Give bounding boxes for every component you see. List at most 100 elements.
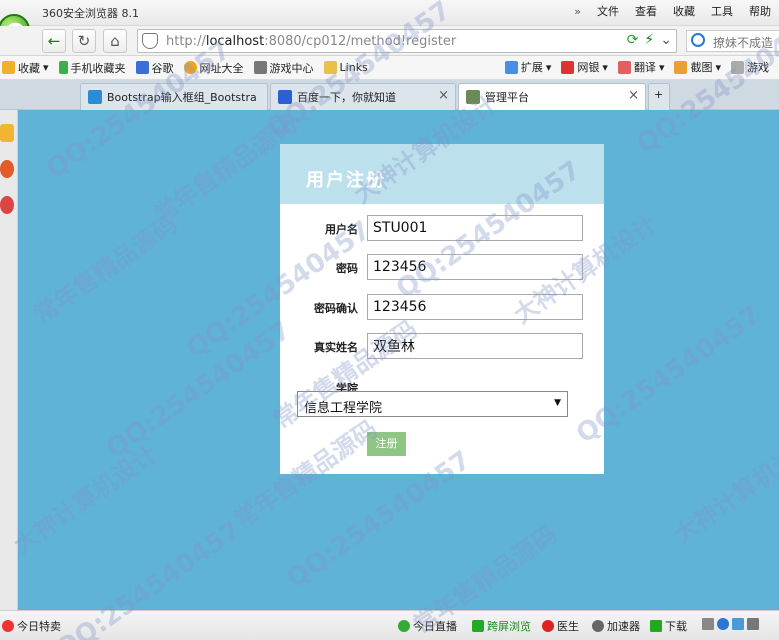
download-arrow-icon	[650, 620, 662, 632]
star-icon	[2, 61, 15, 74]
bookmark-hao360[interactable]: 网址大全	[183, 60, 244, 76]
toolbar-extensions[interactable]: 扩展 ▾	[504, 59, 551, 75]
close-tab-icon[interactable]: ×	[438, 88, 449, 103]
flag-icon[interactable]	[702, 618, 714, 630]
bootstrap-favicon-icon	[88, 90, 102, 104]
toolbar-games[interactable]: 游戏	[731, 59, 769, 75]
bookmarks-bar: 收藏 ▾ 手机收藏夹 谷歌 网址大全 游戏中心 Links 扩展 ▾ 网银 ▾ …	[0, 56, 779, 80]
side-rail	[0, 110, 18, 610]
bookmark-google[interactable]: 谷歌	[135, 60, 174, 76]
watermark: QQ:254540457	[101, 315, 297, 465]
status-misc-icons	[702, 618, 759, 630]
image-favicon-icon	[466, 90, 480, 104]
address-url[interactable]: http://localhost:8080/cp012/method!regis…	[166, 34, 456, 49]
search-placeholder: 撩妹不成造	[713, 36, 774, 50]
gamepad-icon	[253, 61, 267, 74]
security-shield-icon	[142, 33, 158, 49]
menu-favorites[interactable]: 收藏	[665, 3, 703, 19]
title-bar: 360安全浏览器 8.1 » 文件 查看 收藏 工具 帮助	[0, 0, 779, 26]
speed-icon[interactable]: ⚡	[644, 32, 654, 48]
home-button[interactable]: ⌂	[103, 29, 127, 53]
toolbar-bank[interactable]: 网银 ▾	[561, 59, 608, 75]
address-bar[interactable]: http://localhost:8080/cp012/method!regis…	[137, 29, 677, 53]
toolbar-translate[interactable]: 翻译 ▾	[617, 59, 664, 75]
favorites-star-icon[interactable]	[0, 124, 14, 142]
password-row: 密码	[280, 254, 604, 280]
phone-icon	[58, 61, 68, 74]
weibo-icon[interactable]	[0, 160, 14, 178]
register-button[interactable]: 注册	[367, 432, 406, 456]
watermark: 大神计算机设计	[8, 439, 163, 560]
dropdown-arrow-icon: ▼	[554, 398, 561, 408]
close-tab-icon[interactable]: ×	[628, 88, 639, 103]
phone-icon	[472, 620, 484, 632]
username-row: 用户名	[280, 215, 604, 241]
bank-icon	[561, 60, 575, 74]
back-button[interactable]: ←	[42, 29, 66, 53]
realname-label: 真实姓名	[314, 341, 358, 354]
confirm-password-row: 密码确认	[280, 294, 604, 320]
status-deals[interactable]: 今日特卖	[2, 618, 61, 634]
menu-file[interactable]: 文件	[589, 3, 627, 19]
window-icon[interactable]	[732, 618, 744, 630]
menu-view[interactable]: 查看	[627, 3, 665, 19]
folder-icon	[323, 61, 337, 74]
google-icon	[135, 61, 149, 74]
username-label: 用户名	[325, 223, 358, 236]
toolbar-screenshot[interactable]: 截图 ▾	[674, 59, 721, 75]
tab-bootstrap[interactable]: Bootstrap输入框组_Bootstra	[80, 83, 268, 110]
globe-icon	[183, 61, 197, 74]
navigation-bar: ← ↻ ⌂ http://localhost:8080/cp012/method…	[0, 26, 779, 56]
college-selected-value: 信息工程学院	[304, 401, 383, 416]
watermark: 常年售精品源码	[28, 209, 183, 330]
play-icon	[398, 620, 410, 632]
bookmark-favorites[interactable]: 收藏 ▾	[2, 60, 49, 76]
status-accelerator[interactable]: 加速器	[592, 618, 640, 634]
app-icon[interactable]	[0, 196, 14, 214]
app-title: 360安全浏览器 8.1	[42, 7, 139, 20]
realname-input[interactable]	[367, 333, 583, 359]
menu-tools[interactable]: 工具	[703, 3, 741, 19]
refresh-button[interactable]: ↻	[72, 29, 96, 53]
game-icon	[731, 60, 744, 74]
bookmark-links[interactable]: Links	[323, 61, 368, 74]
panel-header: 用户注册	[280, 144, 604, 204]
tab-strip: Bootstrap输入框组_Bootstra 百度一下，你就知道 × 管理平台 …	[0, 80, 779, 110]
search-box[interactable]: 撩妹不成造	[686, 30, 779, 52]
translate-icon	[617, 60, 631, 74]
status-bar: 今日特卖 今日直播 跨屏浏览 医生 加速器 下载	[0, 610, 779, 640]
status-live[interactable]: 今日直播	[398, 618, 457, 634]
bookmark-mobile[interactable]: 手机收藏夹	[58, 60, 126, 76]
tab-baidu[interactable]: 百度一下，你就知道 ×	[270, 83, 456, 110]
dropdown-icon[interactable]: ⌄	[660, 32, 672, 48]
bookmark-games[interactable]: 游戏中心	[253, 60, 314, 76]
tab-management[interactable]: 管理平台 ×	[458, 83, 646, 110]
watermark: 大神计算机设计	[668, 429, 779, 550]
search-icon	[691, 33, 705, 47]
register-panel: 用户注册 用户名 密码 密码确认 真实姓名 学院 信息工程学院 ▼ 注册	[280, 144, 604, 474]
status-doctor[interactable]: 医生	[542, 618, 579, 634]
username-input[interactable]	[367, 215, 583, 241]
ie-icon[interactable]	[717, 618, 729, 630]
register-title: 用户注册	[306, 170, 386, 191]
password-label: 密码	[336, 262, 358, 275]
extensions-icon	[504, 60, 518, 74]
password-input[interactable]	[367, 254, 583, 280]
confirm-password-input[interactable]	[367, 294, 583, 320]
realname-row: 真实姓名	[280, 333, 604, 359]
menu-help[interactable]: 帮助	[741, 3, 779, 19]
status-crossscreen[interactable]: 跨屏浏览	[472, 618, 531, 634]
scissors-icon	[674, 60, 688, 74]
confirm-password-label: 密码确认	[314, 302, 358, 315]
rocket-icon	[592, 620, 604, 632]
new-tab-button[interactable]: +	[648, 83, 670, 110]
menu-more[interactable]: »	[566, 5, 589, 18]
medical-cross-icon	[542, 620, 554, 632]
deals-icon	[2, 620, 14, 632]
speaker-icon[interactable]	[747, 618, 759, 630]
reload-icon[interactable]: ⟳	[627, 32, 639, 48]
status-download[interactable]: 下载	[650, 618, 687, 634]
menu-bar: » 文件 查看 收藏 工具 帮助	[566, 3, 779, 19]
college-select[interactable]: 信息工程学院 ▼	[297, 391, 568, 417]
baidu-favicon-icon	[278, 90, 292, 104]
